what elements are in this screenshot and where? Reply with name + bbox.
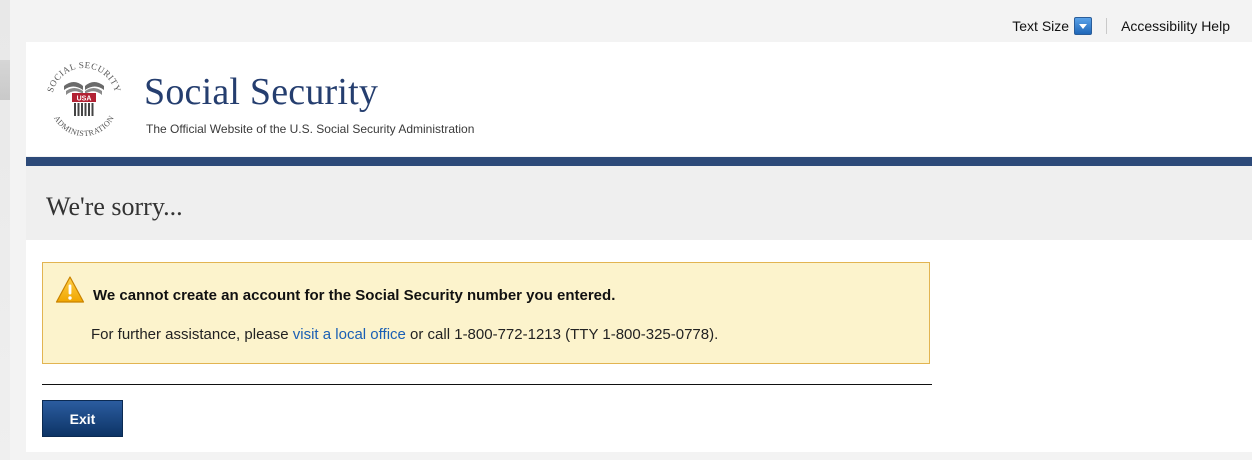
site-title[interactable]: Social Security xyxy=(144,70,378,114)
main-content: We cannot create an account for the Soci… xyxy=(26,240,1252,452)
alert-message: For further assistance, please visit a l… xyxy=(91,326,718,343)
alert-title: We cannot create an account for the Soci… xyxy=(93,287,616,304)
site-header: SOCIAL SECURITY ADMINISTRATION USA Socia… xyxy=(26,42,1252,156)
warning-icon xyxy=(55,275,85,305)
ssa-seal-icon[interactable]: SOCIAL SECURITY ADMINISTRATION USA xyxy=(42,56,126,140)
utility-bar: Text Size Accessibility Help xyxy=(1012,14,1230,38)
exit-button[interactable]: Exit xyxy=(42,400,123,437)
text-size-control[interactable]: Text Size xyxy=(1012,17,1093,35)
accessibility-help-link[interactable]: Accessibility Help xyxy=(1121,18,1230,34)
error-alert: We cannot create an account for the Soci… xyxy=(42,262,930,364)
content-divider xyxy=(42,384,932,385)
alert-body-prefix: For further assistance, please xyxy=(91,326,293,343)
site-subtitle: The Official Website of the U.S. Social … xyxy=(146,122,475,136)
page-heading-band: We're sorry... xyxy=(26,166,1252,240)
header-divider xyxy=(26,157,1252,166)
visit-local-office-link[interactable]: visit a local office xyxy=(293,326,406,343)
alert-body-suffix: or call 1-800-772-1213 (TTY 1-800-325-07… xyxy=(405,326,719,343)
chevron-down-icon[interactable] xyxy=(1074,17,1093,35)
utility-divider xyxy=(1106,18,1108,34)
page-title: We're sorry... xyxy=(46,192,183,221)
seal-center-text: USA xyxy=(77,96,92,103)
text-size-label: Text Size xyxy=(1012,18,1070,34)
